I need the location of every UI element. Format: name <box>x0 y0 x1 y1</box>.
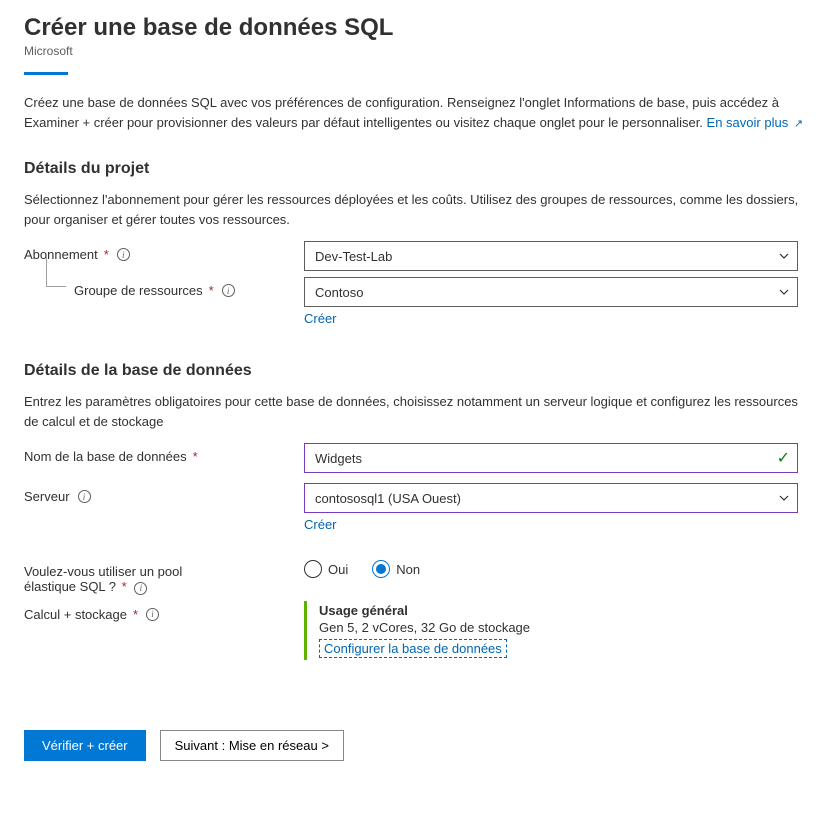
radio-icon <box>304 560 322 578</box>
subscription-select[interactable]: Dev-Test-Lab <box>304 241 798 271</box>
elastic-pool-radio-group: Oui Non <box>304 558 798 578</box>
section-db-desc: Entrez les paramètres obligatoires pour … <box>24 392 812 431</box>
server-select[interactable]: contososql1 (USA Ouest) <box>304 483 798 513</box>
page-title: Créer une base de données SQL <box>24 14 812 42</box>
section-project-desc: Sélectionnez l'abonnement pour gérer les… <box>24 190 812 229</box>
create-server-link[interactable]: Créer <box>304 517 337 532</box>
active-tab-indicator <box>24 72 68 75</box>
db-name-input[interactable] <box>304 443 798 473</box>
info-icon[interactable]: i <box>146 608 159 621</box>
review-create-button[interactable]: Vérifier + créer <box>24 730 146 761</box>
compute-summary: Usage général Gen 5, 2 vCores, 32 Go de … <box>304 601 798 660</box>
db-name-label: Nom de la base de données * <box>24 443 304 464</box>
external-link-icon: ↗ <box>794 118 803 130</box>
subscription-label: Abonnement * i <box>24 241 304 262</box>
create-resource-group-link[interactable]: Créer <box>304 311 337 326</box>
tree-connector-icon <box>46 257 66 287</box>
publisher-label: Microsoft <box>24 44 812 58</box>
resource-group-label: Groupe de ressources * i <box>24 277 304 298</box>
radio-icon <box>372 560 390 578</box>
intro-text: Créez une base de données SQL avec vos p… <box>24 93 812 132</box>
configure-database-link[interactable]: Configurer la base de données <box>319 639 507 658</box>
compute-tier: Usage général <box>319 603 798 618</box>
resource-group-select[interactable]: Contoso <box>304 277 798 307</box>
section-db-heading: Détails de la base de données <box>24 362 812 380</box>
info-icon[interactable]: i <box>134 582 147 595</box>
info-icon[interactable]: i <box>117 248 130 261</box>
info-icon[interactable]: i <box>78 490 91 503</box>
info-icon[interactable]: i <box>222 284 235 297</box>
section-project-heading: Détails du projet <box>24 160 812 178</box>
elastic-pool-yes[interactable]: Oui <box>304 560 348 578</box>
elastic-pool-label: Voulez-vous utiliser un pool élastique S… <box>24 558 304 595</box>
next-button[interactable]: Suivant : Mise en réseau > <box>160 730 344 761</box>
learn-more-link[interactable]: En savoir plus ↗ <box>707 115 804 130</box>
compute-detail: Gen 5, 2 vCores, 32 Go de stockage <box>319 620 798 635</box>
compute-label: Calcul + stockage * i <box>24 601 304 622</box>
server-label: Serveur i <box>24 483 304 504</box>
elastic-pool-no[interactable]: Non <box>372 560 420 578</box>
